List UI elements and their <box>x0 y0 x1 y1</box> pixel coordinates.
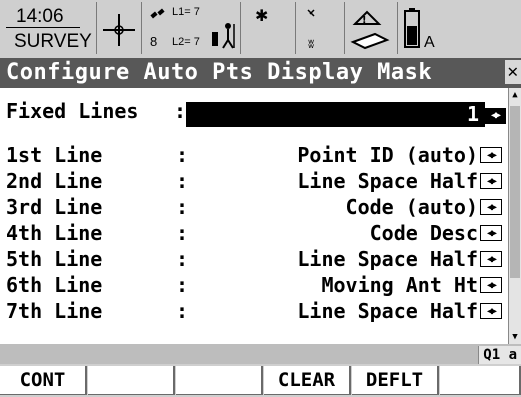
line-value[interactable]: Line Space Half <box>297 298 478 324</box>
satellite-icon <box>150 8 165 19</box>
line-arrows-icon[interactable]: ◀▶ <box>480 147 502 163</box>
svg-text:ʬ: ʬ <box>308 37 314 51</box>
f4-clear-button[interactable]: CLEAR <box>264 366 351 395</box>
line-label: 4th Line <box>6 221 103 245</box>
svg-text:!: ! <box>362 15 367 26</box>
line-colon: : <box>176 273 189 297</box>
scroll-up-icon[interactable]: ▲ <box>509 88 521 102</box>
quality-indicator: Q1 a <box>478 346 521 364</box>
line-label: 2nd Line <box>6 169 103 193</box>
fixed-lines-arrows-icon[interactable]: ◀▶ <box>484 108 506 124</box>
l1-count: L1= 7 <box>172 6 200 18</box>
line-arrows-icon[interactable]: ◀▶ <box>480 251 502 267</box>
battery-letter: A <box>424 34 435 51</box>
line-label: 3rd Line <box>6 195 103 219</box>
rover-person-icon <box>212 23 235 49</box>
config-panel: Fixed Lines : 1 ◀▶ 1st Line : Point ID (… <box>0 88 521 344</box>
f1-cont-button[interactable]: CONT <box>0 366 87 395</box>
line-value[interactable]: Line Space Half <box>297 246 478 272</box>
info-bar: Q1 a <box>0 344 521 364</box>
fixed-lines-field[interactable]: 1 <box>186 102 485 127</box>
time-display: 14:06 <box>6 6 80 28</box>
line-colon: : <box>176 169 189 193</box>
line-row-5[interactable]: 5th Line : Line Space Half ◀▶ <box>6 246 506 272</box>
page-title-bar: Configure Auto Pts Display Mask ✕ <box>0 58 521 88</box>
radio-link-icon: ʬ <box>307 9 315 51</box>
line-colon: : <box>176 221 189 245</box>
line-arrows-icon[interactable]: ◀▶ <box>480 277 502 293</box>
page-title: Configure Auto Pts Display Mask <box>6 60 433 85</box>
line-row-7[interactable]: 7th Line : Line Space Half ◀▶ <box>6 298 506 324</box>
l2-count: L2= 7 <box>172 36 200 48</box>
line-value[interactable]: Point ID (auto) <box>297 142 478 168</box>
crosshair-icon <box>103 14 135 46</box>
line-arrows-icon[interactable]: ◀▶ <box>480 199 502 215</box>
fixed-lines-label: Fixed Lines <box>6 99 139 123</box>
line-row-6[interactable]: 6th Line : Moving Ant Ht ◀▶ <box>6 272 506 298</box>
app-mode: SURVEY <box>14 31 92 52</box>
line-label: 6th Line <box>6 273 103 297</box>
line-row-1[interactable]: 1st Line : Point ID (auto) ◀▶ <box>6 142 506 168</box>
position-icon-box <box>96 2 141 54</box>
close-icon[interactable]: ✕ <box>505 60 521 84</box>
line-value[interactable]: Code (auto) <box>346 194 478 220</box>
line-colon: : <box>176 299 189 323</box>
line-colon: : <box>176 247 189 271</box>
f3-button[interactable] <box>176 366 263 395</box>
line-colon: : <box>176 195 189 219</box>
memory-block: ! <box>344 2 397 54</box>
clock-block: 14:06 SURVEY <box>6 6 94 52</box>
line-value[interactable]: Moving Ant Ht <box>321 272 478 298</box>
power-block: A <box>397 2 521 54</box>
function-key-bar: CONT CLEAR DEFLT <box>0 366 521 397</box>
line-row-2[interactable]: 2nd Line : Line Space Half ◀▶ <box>6 168 506 194</box>
f2-button[interactable] <box>88 366 175 395</box>
line-arrows-icon[interactable]: ◀▶ <box>480 303 502 319</box>
line-value[interactable]: Code Desc <box>370 220 478 246</box>
f6-button[interactable] <box>440 366 521 395</box>
battery-icon <box>404 8 420 48</box>
line-colon: : <box>176 143 189 167</box>
bluetooth-block: ✱ <box>240 2 295 54</box>
line-arrows-icon[interactable]: ◀▶ <box>480 173 502 189</box>
bluetooth-icon: ✱ <box>255 8 269 25</box>
line-row-4[interactable]: 4th Line : Code Desc ◀▶ <box>6 220 506 246</box>
radio-block: ʬ <box>295 2 344 54</box>
scrollbar[interactable]: ▲ ▼ <box>508 88 521 344</box>
satellite-count: 8 <box>150 34 158 49</box>
status-bar: 14:06 SURVEY 8 L1= 7 L2= 7 ✱ ʬ ! A <box>0 0 521 57</box>
line-label: 5th Line <box>6 247 103 271</box>
line-label: 7th Line <box>6 299 103 323</box>
memory-card-icon: ! <box>350 10 390 50</box>
fixed-lines-colon: : <box>174 99 187 123</box>
line-value[interactable]: Line Space Half <box>297 168 478 194</box>
line-arrows-icon[interactable]: ◀▶ <box>480 225 502 241</box>
satellite-block: 8 L1= 7 L2= 7 <box>141 2 240 54</box>
scrollbar-thumb[interactable] <box>510 106 520 278</box>
line-label: 1st Line <box>6 143 103 167</box>
f5-deflt-button[interactable]: DEFLT <box>352 366 439 395</box>
line-row-3[interactable]: 3rd Line : Code (auto) ◀▶ <box>6 194 506 220</box>
scroll-down-icon[interactable]: ▼ <box>509 330 521 344</box>
